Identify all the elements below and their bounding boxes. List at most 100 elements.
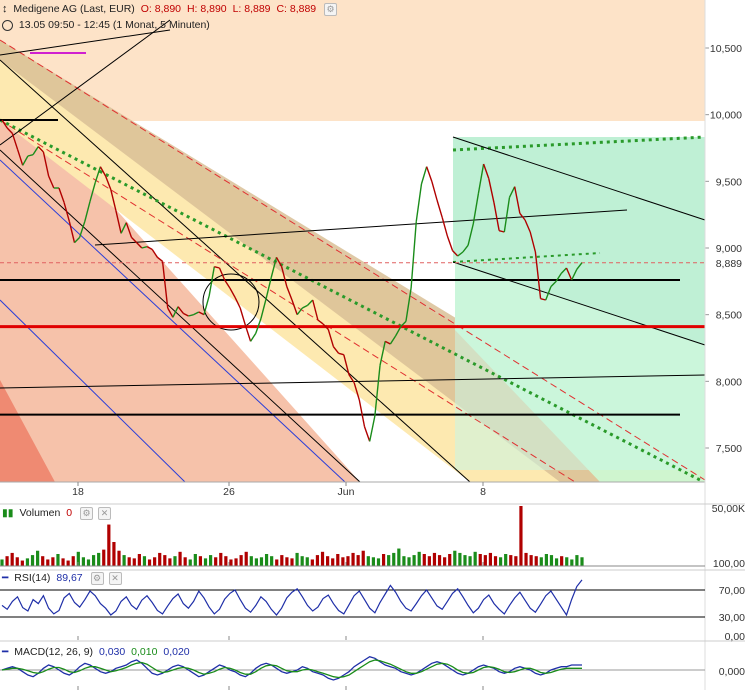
drawing-layer bbox=[0, 0, 705, 482]
volume-bar bbox=[117, 550, 121, 566]
range-text: 13.05 09:50 - 12:45 (1 Monat, 5 Minuten) bbox=[18, 19, 210, 31]
volume-bar bbox=[351, 552, 355, 566]
volume-bar bbox=[463, 555, 467, 566]
macd-histogram-value: 0,020 bbox=[163, 646, 190, 658]
gear-icon[interactable]: ⚙ bbox=[80, 507, 94, 520]
current-price-label: 8,889 bbox=[716, 258, 742, 270]
volume-bar bbox=[565, 557, 569, 566]
volume-bar bbox=[290, 558, 294, 566]
price-axis-label: 9,000 bbox=[716, 243, 742, 255]
subpane-axis-label: 100,00 bbox=[713, 558, 745, 570]
volume-bar bbox=[524, 552, 528, 566]
volume-bar bbox=[234, 558, 238, 566]
volume-bar bbox=[203, 558, 208, 566]
volume-bar bbox=[387, 555, 391, 566]
volume-bar bbox=[46, 559, 50, 566]
open-value: O: 8,890 bbox=[140, 3, 182, 16]
clock-icon bbox=[2, 19, 13, 31]
volume-bar bbox=[310, 559, 314, 566]
volume-bar bbox=[91, 555, 96, 566]
volume-bar bbox=[51, 557, 55, 566]
volume-bar bbox=[122, 555, 126, 566]
volume-bar bbox=[259, 557, 264, 566]
volume-bar bbox=[270, 556, 274, 566]
volume-bar bbox=[539, 557, 543, 566]
volume-bar bbox=[15, 557, 19, 566]
macd-title: MACD(12, 26, 9) bbox=[14, 646, 94, 658]
chart-type-icon[interactable]: ↕︎ bbox=[2, 3, 8, 15]
gear-icon[interactable]: ⚙ bbox=[90, 572, 104, 585]
volume-bar bbox=[376, 558, 381, 566]
close-icon[interactable]: ✕ bbox=[98, 507, 112, 520]
volume-bar bbox=[570, 559, 574, 566]
rsi-line bbox=[1, 579, 583, 617]
volume-bar bbox=[219, 552, 223, 566]
volume-bar bbox=[326, 556, 330, 566]
x-tick-label: 8 bbox=[480, 486, 486, 498]
price-axis-label: 7,500 bbox=[716, 443, 742, 455]
macd-series bbox=[1, 655, 582, 681]
volume-bar bbox=[254, 558, 258, 566]
chart-canvas[interactable]: 10,500 10,000 9,500 9,000 8,500 8,000 7,500 8,8… bbox=[0, 0, 745, 690]
price-axis-label: 10,500 bbox=[710, 43, 742, 55]
volume-bar bbox=[127, 557, 131, 566]
subpane-axis-label: 0,00 bbox=[725, 631, 745, 643]
volume-bar bbox=[295, 552, 299, 566]
price-segment bbox=[249, 332, 257, 342]
volume-bar bbox=[86, 559, 91, 566]
volume-bar bbox=[554, 558, 559, 566]
volume-bar bbox=[107, 524, 111, 566]
volume-bar bbox=[560, 556, 564, 566]
volume-bar bbox=[30, 555, 35, 566]
volume-bar bbox=[193, 554, 197, 566]
volume-bar bbox=[285, 557, 289, 566]
instrument-title: Medigene AG (Last, EUR) bbox=[13, 3, 135, 16]
volume-bar bbox=[549, 555, 554, 566]
macd-legend: ━ MACD(12, 26, 9) 0,030 0,010 0,020 bbox=[2, 646, 193, 658]
volume-bar bbox=[178, 551, 182, 566]
price-segment bbox=[239, 307, 247, 326]
low-value: L: 8,889 bbox=[232, 3, 271, 16]
volume-value: 0 bbox=[66, 507, 73, 520]
chart-header: ↕︎ Medigene AG (Last, EUR) O: 8,890 H: 8… bbox=[2, 3, 340, 16]
volume-bar bbox=[402, 556, 406, 566]
volume-bar bbox=[473, 551, 477, 566]
volume-bar bbox=[158, 552, 162, 566]
volume-bar bbox=[397, 548, 401, 566]
volume-bar bbox=[10, 552, 14, 566]
volume-bar bbox=[305, 557, 309, 566]
volume-bar bbox=[498, 557, 503, 566]
volume-bar bbox=[356, 555, 360, 566]
volume-bar bbox=[188, 559, 192, 566]
macd-signal-value: 0,010 bbox=[131, 646, 158, 658]
volume-bar bbox=[208, 555, 213, 566]
volume-bar bbox=[504, 554, 508, 566]
x-tick-labels: 18 26 Jun 8 bbox=[72, 482, 486, 498]
volume-bar bbox=[437, 555, 442, 566]
price-axis-label: 9,500 bbox=[716, 176, 742, 188]
macd-line-icon: ━ bbox=[2, 646, 9, 658]
volume-bar bbox=[392, 552, 396, 566]
x-tick-label: Jun bbox=[338, 486, 355, 498]
gear-icon[interactable]: ⚙ bbox=[324, 3, 338, 16]
volume-bar bbox=[163, 555, 167, 566]
close-icon[interactable]: ✕ bbox=[108, 572, 122, 585]
volume-bar bbox=[249, 556, 253, 566]
subpane-axis-labels: 50,00K 100,00 70,00 30,00 0,00 0,000 bbox=[712, 503, 745, 678]
volume-bar bbox=[509, 555, 513, 566]
volume-bar bbox=[514, 556, 518, 566]
price-axis: 10,500 10,000 9,500 9,000 8,500 8,000 7,500 8,8… bbox=[705, 43, 745, 455]
volume-bar bbox=[41, 556, 45, 566]
volume-bar bbox=[580, 557, 584, 566]
volume-bar bbox=[422, 554, 426, 566]
price-segment bbox=[358, 399, 366, 427]
volume-bar bbox=[183, 557, 187, 566]
price-axis-label: 8,000 bbox=[716, 376, 742, 388]
volume-bar bbox=[478, 554, 482, 566]
subpane-axis-label: 30,00 bbox=[719, 612, 745, 624]
volume-bar bbox=[153, 557, 157, 566]
volume-bar bbox=[519, 506, 523, 566]
volume-bar bbox=[315, 555, 320, 566]
volume-bar bbox=[239, 555, 243, 566]
volume-bar bbox=[427, 556, 431, 566]
